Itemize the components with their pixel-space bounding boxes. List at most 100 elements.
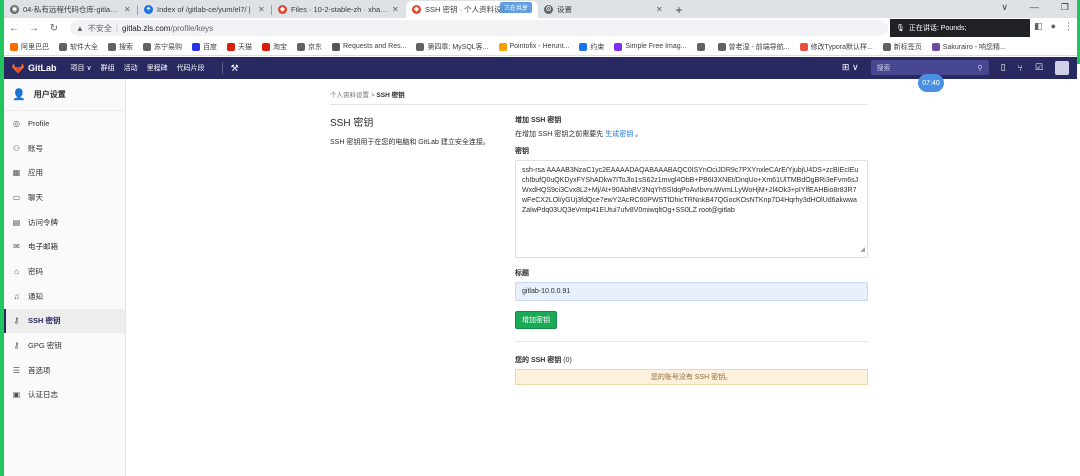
sidebar-item[interactable]: ◎ Profile — [4, 111, 125, 136]
breadcrumb-parent[interactable]: 个人资料设置 — [330, 92, 369, 99]
your-keys-count: (0) — [563, 357, 572, 364]
sidebar-item-label: 认证日志 — [28, 390, 58, 400]
new-tab-button[interactable]: + — [670, 1, 688, 18]
sidebar-items: ◎ Profile ⚇ 账号 ▦ 应用 ▭ 聊天 ▤ 访问令牌 ✉ 电子邮箱 ⌂ 密码 ♫ 通知 ⚷ SSH 密钥… — [4, 111, 125, 407]
browser-tab[interactable]: ◆ Files · 10-2-stable-zh · xhang / ✕ — [272, 1, 406, 18]
bookmark-icon — [227, 42, 235, 51]
sidebar-item[interactable]: ⌂ 密码 — [4, 259, 125, 284]
token-icon: ▤ — [12, 217, 21, 227]
bookmark-item[interactable]: 百度 — [192, 42, 217, 52]
key-icon: ⚷ — [13, 316, 20, 326]
browser-tab[interactable]: ⚙ 设置 ✕ — [538, 1, 670, 18]
bookmark-item[interactable]: 软件大全 — [59, 42, 98, 52]
divider — [221, 62, 223, 74]
bookmark-icon — [931, 42, 940, 51]
sidebar-item[interactable]: ▣ 认证日志 — [4, 383, 125, 408]
sidebar-item-label: 密码 — [28, 266, 43, 276]
bookmark-item[interactable]: Sakurairo - 响您精... — [931, 42, 1006, 52]
add-key-button[interactable]: 增加密钥 — [515, 311, 557, 329]
nav-milestones[interactable]: 里程碑 — [147, 63, 168, 73]
nav-groups[interactable]: 群组 — [101, 63, 115, 73]
profile-icon[interactable]: ● — [1051, 21, 1056, 32]
bookmark-item[interactable]: 修改Typora默认样... — [799, 42, 873, 52]
generate-key-link[interactable]: 生成密钥 — [605, 131, 633, 138]
bookmark-label: Simple Free Imag... — [625, 43, 687, 50]
todo-icon[interactable]: ▯ — [1001, 62, 1006, 73]
close-icon[interactable]: ✕ — [392, 5, 400, 14]
browser-tab[interactable]: ◉ 04-私有远程代码仓库-gitlab - 开 ✕ — [4, 1, 138, 18]
close-icon[interactable]: ✕ — [124, 5, 132, 14]
microphone-icon: 🎙 — [896, 25, 905, 32]
bookmark-item[interactable]: Pointofix - Herunt... — [498, 42, 569, 51]
user-icon: 👤 — [12, 89, 26, 101]
close-icon[interactable]: ✕ — [656, 5, 664, 14]
back-icon[interactable]: ← — [8, 23, 20, 34]
address-bar[interactable]: ▲ 不安全 | gitlab.zls.com/profile/keys — [70, 20, 888, 36]
restore-icon[interactable]: ❐ — [1061, 2, 1069, 13]
avatar[interactable] — [1055, 60, 1069, 75]
menu-icon[interactable]: ⋮ — [1064, 21, 1073, 32]
section-description: SSH 密钥用于在您的电脑和 GitLab 建立安全连接。 — [330, 139, 490, 146]
bookmark-item[interactable]: Simple Free Imag... — [614, 42, 687, 51]
bookmark-item[interactable]: 搜索 — [108, 42, 133, 52]
bookmark-item[interactable]: 天猫 — [227, 42, 252, 52]
gitlab-icon: ◆ — [278, 5, 287, 14]
search-placeholder: 搜索 — [876, 64, 891, 72]
bookmark-icon — [262, 42, 270, 51]
new-item-icon[interactable]: ⊞ ∨ — [842, 62, 859, 73]
bookmark-item[interactable] — [696, 42, 708, 51]
bookmark-label: 京东 — [308, 43, 322, 51]
sidebar-item[interactable]: ⚇ 账号 — [4, 136, 125, 161]
bookmark-item[interactable]: 京东 — [297, 42, 322, 52]
chevron-down-icon[interactable]: ∨ — [1001, 2, 1008, 13]
minimize-icon[interactable]: — — [1030, 2, 1039, 13]
sidebar-item[interactable]: ✉ 电子邮箱 — [4, 234, 125, 259]
sidebar-item[interactable]: ⚷ GPG 密钥 — [4, 333, 125, 358]
bookmark-label: 天猫 — [238, 43, 252, 51]
sidebar-item[interactable]: ⚷ SSH 密钥 — [4, 308, 125, 334]
sidebar-item-label: 首选项 — [28, 365, 51, 375]
sidebar-item-label: Profile — [28, 118, 50, 128]
key-label: 密钥 — [515, 148, 529, 155]
bookmark-item[interactable]: 新标签页 — [882, 42, 922, 52]
search-input[interactable]: 搜索 ⚲ — [870, 60, 989, 75]
sidebar-item-label: 应用 — [28, 168, 43, 178]
nav-snippets[interactable]: 代码片段 — [177, 63, 205, 73]
browser-tab[interactable]: ✦ Index of /gitlab-ce/yum/el7/ | ✕ — [138, 1, 272, 18]
bookmark-item[interactable]: 曾老湿 - 前端导航... — [717, 42, 790, 52]
bookmark-item[interactable]: Requests and Res... — [332, 42, 406, 51]
log-icon: ▣ — [12, 390, 21, 400]
merge-request-icon[interactable]: ⑂ — [1018, 63, 1023, 73]
bookmark-item[interactable]: 阿里巴巴 — [10, 42, 49, 52]
your-keys-heading: 您的 SSH 密钥 (0) — [515, 355, 572, 365]
issues-icon[interactable]: ☑ — [1035, 62, 1043, 73]
admin-wrench-icon[interactable]: ⚒ — [231, 63, 239, 74]
bookmark-item[interactable]: 淘宝 — [262, 42, 287, 52]
sidebar-item[interactable]: ▤ 访问令牌 — [4, 210, 125, 235]
sidebar-item[interactable]: ▭ 聊天 — [4, 185, 125, 210]
sidebar-item-label: 电子邮箱 — [28, 242, 58, 252]
sidebar-header[interactable]: 👤 用户设置 — [4, 79, 125, 111]
bookmark-icon — [717, 42, 726, 51]
reload-icon[interactable]: ↻ — [48, 23, 60, 34]
nav-activity[interactable]: 活动 — [124, 63, 138, 73]
bookmark-item[interactable]: 约束 — [579, 42, 604, 52]
nav-projects[interactable]: 项目 ∨ — [71, 63, 92, 73]
speaking-indicator: 🎙 正在讲话: Pounds; — [890, 19, 1030, 37]
bookmark-label: 阿里巴巴 — [21, 43, 49, 51]
sidebar-item[interactable]: ☰ 首选项 — [4, 358, 125, 383]
sidebar-item[interactable]: ▦ 应用 — [4, 160, 125, 185]
sidepanel-icon[interactable]: ◧ — [1034, 21, 1043, 32]
forward-icon[interactable]: → — [28, 23, 40, 34]
key-textarea[interactable]: ssh-rsa AAAAB3NzaC1yc2EAAAADAQABAAABAQC0… — [515, 160, 868, 258]
resize-handle-icon[interactable]: ◢ — [860, 245, 865, 255]
bookmark-item[interactable]: 苏宁易购 — [143, 42, 182, 52]
gitlab-logo[interactable]: GitLab — [12, 62, 57, 74]
section-intro: SSH 密钥 SSH 密钥用于在您的电脑和 GitLab 建立安全连接。 — [330, 114, 500, 148]
sidebar-item[interactable]: ♫ 通知 — [4, 284, 125, 309]
bookmark-item[interactable]: 第四章: MySQL客... — [416, 42, 489, 52]
toolbar-right: ◧ ● ⋮ — [1034, 21, 1073, 32]
chat-icon: ▭ — [12, 192, 21, 202]
close-icon[interactable]: ✕ — [258, 5, 266, 14]
title-input[interactable]: gitlab-10.0.0.91 — [515, 282, 868, 301]
